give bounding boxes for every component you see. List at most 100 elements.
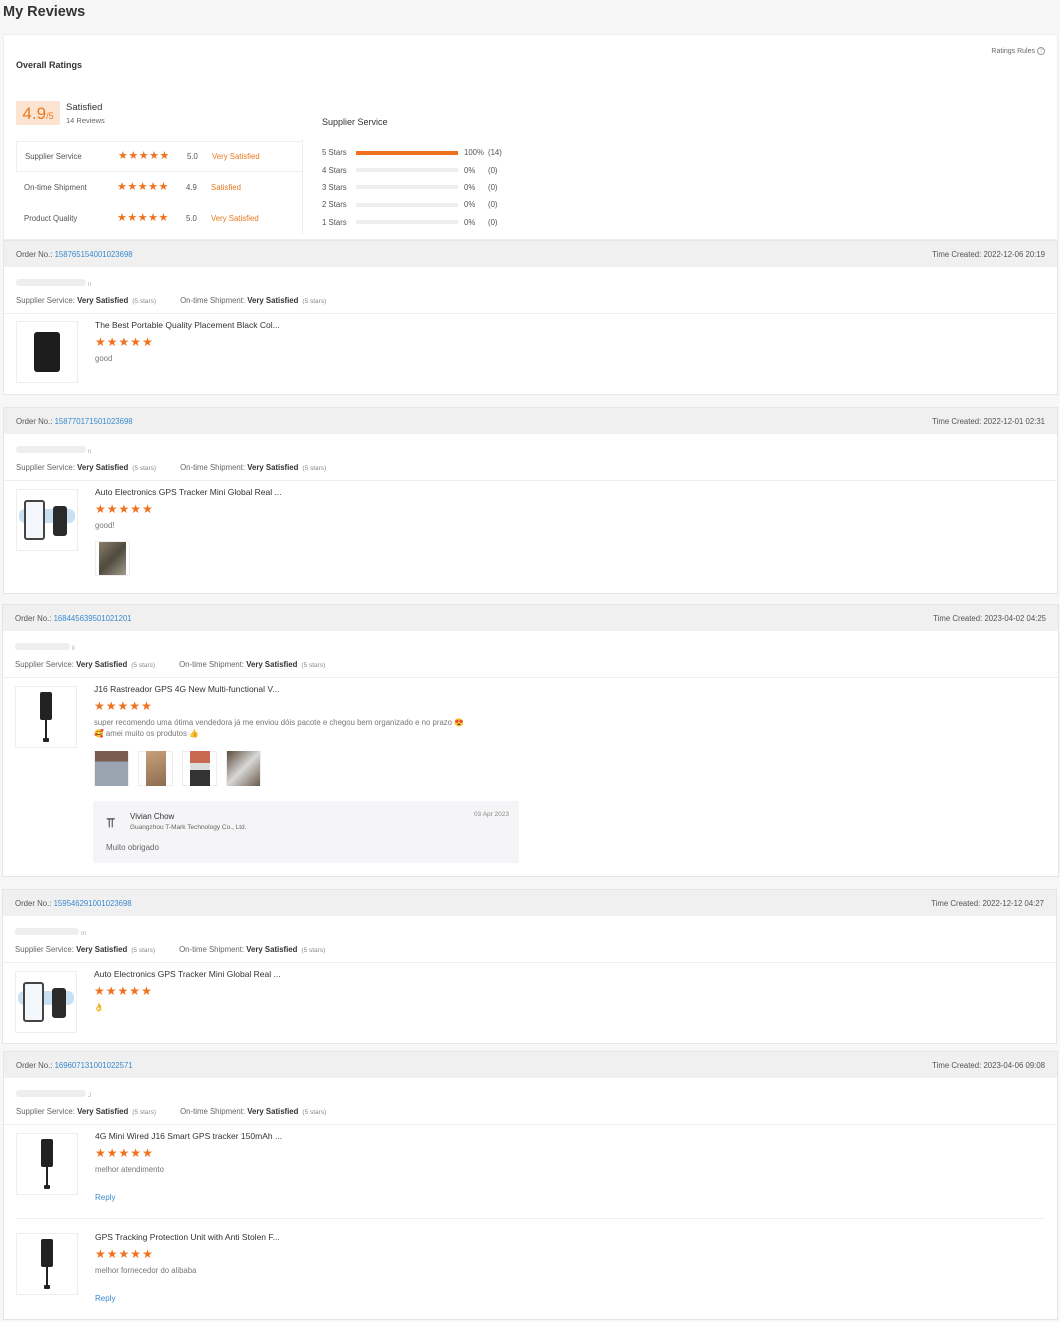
reply-button[interactable]: Reply [95, 1294, 280, 1303]
order-meta: il Supplier Service: Very Satisfied (5 st… [3, 631, 1058, 678]
distribution-count: (0) [488, 182, 498, 192]
reply-button[interactable]: Reply [95, 1193, 282, 1202]
review-text: melhor fornecedor do alibaba [95, 1266, 197, 1275]
reviewer-name-blurred [16, 279, 86, 286]
supplier-service-rating: Supplier Service: Very Satisfied (5 stars… [16, 296, 156, 305]
product-title[interactable]: Auto Electronics GPS Tracker Mini Global… [94, 969, 281, 979]
review-photo[interactable] [182, 751, 217, 786]
order-header: Order No.: 158765154001023698 Time Creat… [4, 241, 1057, 267]
divider [16, 1218, 1045, 1219]
product-thumbnail[interactable] [16, 1233, 78, 1295]
distribution-count: (14) [488, 148, 502, 158]
ontime-shipment-value: Very Satisfied [246, 945, 298, 954]
distribution-label: 5 Stars [322, 148, 347, 158]
star-icon: ★ [129, 699, 141, 713]
distribution-label: 3 Stars [322, 182, 347, 192]
category-name: Product Quality [24, 214, 78, 223]
star-icon: ★ [142, 335, 153, 349]
distribution-percent: 0% [464, 182, 476, 192]
distribution-percent: 100% [464, 148, 484, 158]
seller-name: Vivian Chow [130, 812, 175, 821]
distribution-bar [356, 202, 458, 207]
ontime-shipment-label: On-time Shipment: [179, 945, 245, 954]
time-created: Time Created: 2022-12-06 20:19 [932, 250, 1045, 259]
order-review-card: Order No.: 169607131001022571 Time Creat… [3, 1051, 1058, 1320]
supplier-service-value: Very Satisfied [77, 296, 129, 305]
review-photo[interactable] [226, 751, 261, 786]
product-title[interactable]: Auto Electronics GPS Tracker Mini Global… [95, 487, 282, 497]
order-number-link[interactable]: 169607131001022571 [55, 1061, 133, 1070]
reviewer-name-suffix: n [88, 449, 92, 455]
product-title[interactable]: 4G Mini Wired J16 Smart GPS tracker 150m… [95, 1131, 282, 1141]
product-thumbnail[interactable] [16, 321, 78, 383]
reviewer-name-blurred [16, 1090, 86, 1097]
order-number-link[interactable]: 168445639501021201 [54, 614, 132, 623]
star-icon: ★ [106, 335, 118, 349]
ratings-rules-label: Ratings Rules [991, 47, 1035, 55]
wired-tracker-image [37, 1139, 57, 1189]
wired-tracker-image [37, 1239, 57, 1289]
order-number-link[interactable]: 158765154001023698 [55, 250, 133, 259]
time-created-value: 2022-12-12 04:27 [982, 898, 1044, 908]
time-created-label: Time Created: [932, 1060, 982, 1070]
order-ratings: Supplier Service: Very Satisfied (5 stars… [15, 945, 325, 954]
ontime-shipment-label: On-time Shipment: [180, 463, 246, 472]
product-title[interactable]: The Best Portable Quality Placement Blac… [95, 320, 280, 330]
seller-reply-date: 03 Apr 2023 [473, 811, 509, 818]
ontime-shipment-stars: (5 stars) [301, 947, 326, 954]
star-icon: ★ [128, 150, 139, 162]
distribution-row: 4 Stars 0% (0) [322, 161, 502, 178]
category-name: On-time Shipment [24, 183, 87, 192]
product-title[interactable]: GPS Tracking Protection Unit with Anti S… [95, 1232, 280, 1242]
supplier-service-stars: (5 stars) [132, 298, 157, 305]
distribution-percent: 0% [464, 200, 476, 210]
supplier-service-stars: (5 stars) [131, 947, 156, 954]
star-icon: ★ [95, 502, 106, 516]
star-icon: ★ [142, 1146, 153, 1160]
category-name: Supplier Service [25, 152, 82, 161]
ratings-rules-link[interactable]: Ratings Rules ? [991, 47, 1045, 55]
star-icon: ★ [141, 699, 152, 713]
photo-image [95, 751, 128, 786]
distribution-bar [356, 220, 458, 225]
review-photo[interactable] [94, 751, 129, 786]
ontime-shipment-rating: On-time Shipment: Very Satisfied (5 stars… [179, 945, 325, 954]
order-ratings: Supplier Service: Very Satisfied (5 stars… [15, 660, 325, 669]
distribution-percent: 0% [464, 217, 476, 227]
time-created-label: Time Created: [932, 416, 982, 426]
distribution-label: 1 Stars [322, 217, 347, 227]
star-icon: ★ [106, 1146, 118, 1160]
time-created: Time Created: 2023-04-02 04:25 [933, 614, 1046, 623]
ontime-shipment-label: On-time Shipment: [180, 296, 246, 305]
overall-score-badge: 4.9 /5 [16, 101, 60, 125]
supplier-service-value: Very Satisfied [77, 463, 129, 472]
supplier-service-rating: Supplier Service: Very Satisfied (5 stars… [16, 1107, 156, 1116]
page-title: My Reviews [3, 4, 86, 20]
product-review-content: J16 Rastreador GPS 4G New Multi-function… [94, 684, 464, 786]
order-number-link[interactable]: 158770171501023698 [55, 417, 133, 426]
order-number-label: Order No.: [15, 898, 52, 908]
distribution-label: 2 Stars [322, 200, 347, 210]
product-review-content: The Best Portable Quality Placement Blac… [95, 320, 280, 364]
product-thumbnail[interactable] [16, 1133, 78, 1195]
distribution-bar [356, 150, 458, 155]
product-thumbnail[interactable] [16, 489, 78, 551]
order-ratings: Supplier Service: Very Satisfied (5 stars… [16, 1107, 326, 1116]
supplier-service-stars: (5 stars) [132, 465, 157, 472]
product-review-content: Auto Electronics GPS Tracker Mini Global… [95, 487, 282, 576]
star-icon: ★ [149, 150, 159, 162]
star-icon: ★ [127, 212, 138, 224]
category-value: 5.0 [187, 152, 198, 161]
review-text: good! [95, 521, 115, 530]
product-thumbnail[interactable] [15, 971, 77, 1033]
product-stars: ★ ★ ★ ★ ★ [95, 336, 280, 348]
review-photo[interactable] [138, 751, 173, 786]
order-number-link[interactable]: 159546291001023698 [54, 899, 132, 908]
overall-score-max: /5 [46, 111, 54, 121]
review-photo[interactable] [95, 541, 130, 576]
order-meta: J Supplier Service: Very Satisfied (5 sta… [4, 1078, 1057, 1125]
star-icon: ★ [94, 984, 105, 998]
product-title[interactable]: J16 Rastreador GPS 4G New Multi-function… [94, 684, 464, 694]
category-value: 4.9 [186, 183, 197, 192]
product-thumbnail[interactable] [15, 686, 77, 748]
